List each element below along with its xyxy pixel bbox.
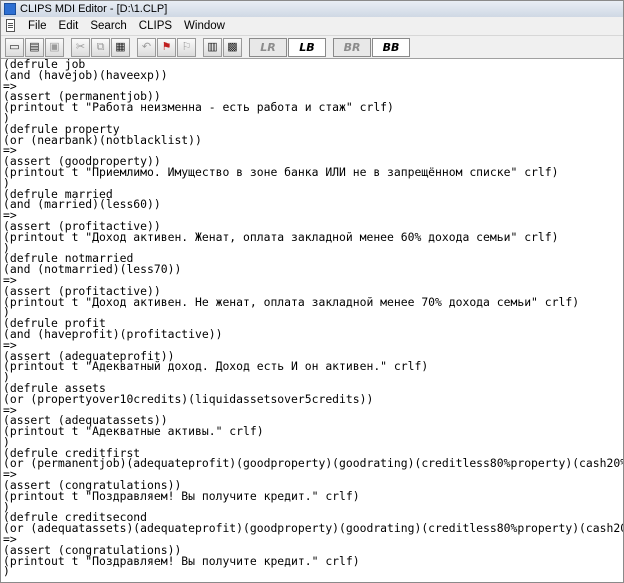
code-line[interactable]: (or (propertyover10credits)(liquidassets…	[1, 393, 623, 405]
copy-button[interactable]: ⧉	[91, 37, 110, 57]
code-line[interactable]: (and (notmarried)(less70))	[1, 264, 623, 275]
code-line[interactable]: (printout t "Поздравляем! Вы получите кр…	[1, 490, 623, 502]
code-editor[interactable]: (defrule job (and (havejob)(haveexp)) => (a…	[1, 59, 623, 582]
copy-icon: ⧉	[96, 40, 105, 53]
mark-button[interactable]: ⚑	[157, 37, 176, 57]
code-line[interactable]: (or (permanentjob)(adequateprofit)(goodp…	[1, 458, 623, 469]
code-line[interactable]: (and (married)(less60))	[1, 199, 623, 210]
code-line[interactable]: (printout t "Доход активен. Не женат, оп…	[1, 296, 623, 308]
lr-button[interactable]: LR	[249, 37, 287, 57]
cut-icon: ✂	[75, 40, 86, 53]
toolbar: ▭ ▤ ▣ ✂ ⧉ ▦ ↶ ⚑ ⚐ ▥ ▩ LR LB BR BB	[1, 35, 623, 59]
new-button[interactable]: ▭	[5, 37, 24, 57]
menu-search[interactable]: Search	[84, 20, 132, 32]
menu-window[interactable]: Window	[178, 20, 231, 32]
code-line[interactable]: (printout t "Доход активен. Женат, оплат…	[1, 231, 623, 243]
code-line[interactable]: (printout t "Приемлимо. Имущество в зоне…	[1, 166, 623, 178]
open-button[interactable]: ▤	[25, 37, 44, 57]
save-button[interactable]: ▣	[45, 37, 64, 57]
app-window: CLIPS MDI Editor - [D:\1.CLP] File Edit …	[0, 0, 624, 583]
br-button[interactable]: BR	[333, 37, 371, 57]
mark-icon: ⚑	[161, 40, 172, 53]
menu-bar: File Edit Search CLIPS Window	[1, 17, 623, 35]
lb-button[interactable]: LB	[288, 37, 326, 57]
title-bar[interactable]: CLIPS MDI Editor - [D:\1.CLP]	[1, 1, 623, 18]
window-title: CLIPS MDI Editor - [D:\1.CLP]	[20, 3, 168, 15]
paste-icon: ▦	[115, 40, 126, 53]
new-icon: ▭	[9, 40, 20, 53]
cut-button[interactable]: ✂	[71, 37, 90, 57]
menu-file[interactable]: File	[22, 20, 53, 32]
document-icon[interactable]	[4, 19, 18, 33]
open-icon: ▤	[29, 40, 40, 53]
print-icon: ▥	[207, 40, 218, 53]
unmark-button[interactable]: ⚐	[177, 37, 196, 57]
print-preview-button[interactable]: ▩	[223, 37, 242, 57]
paste-button[interactable]: ▦	[111, 37, 130, 57]
print-preview-icon: ▩	[227, 40, 238, 53]
code-line[interactable]: (and (haveprofit)(profitactive))	[1, 328, 623, 340]
code-line[interactable]: (printout t "Адекватные активы." crlf)	[1, 425, 623, 437]
code-line[interactable]: (or (adequatassets)(adequateprofit)(good…	[1, 523, 623, 534]
print-button[interactable]: ▥	[203, 37, 222, 57]
code-line[interactable]: (printout t "Поздравляем! Вы получите кр…	[1, 555, 623, 567]
code-line[interactable]: (printout t "Адекватный доход. Доход ест…	[1, 361, 623, 372]
code-line[interactable]: (printout t "Работа неизменна - есть раб…	[1, 102, 623, 113]
unmark-icon: ⚐	[181, 40, 192, 53]
menu-edit[interactable]: Edit	[53, 20, 85, 32]
code-line[interactable]: )	[1, 566, 623, 577]
save-icon: ▣	[49, 40, 60, 53]
undo-icon: ↶	[141, 40, 152, 53]
code-line[interactable]: (and (havejob)(haveexp))	[1, 69, 623, 81]
menu-clips[interactable]: CLIPS	[133, 20, 178, 32]
bb-button[interactable]: BB	[372, 37, 410, 57]
code-line[interactable]: (or (nearbank)(notblacklist))	[1, 134, 623, 146]
app-icon	[4, 3, 16, 15]
undo-button[interactable]: ↶	[137, 37, 156, 57]
